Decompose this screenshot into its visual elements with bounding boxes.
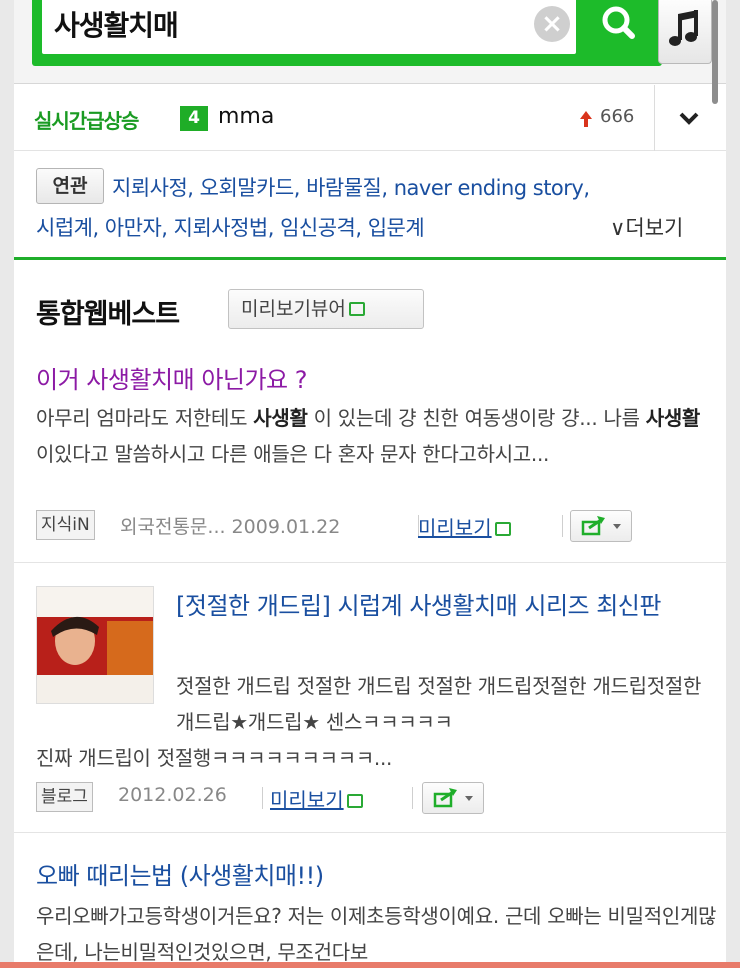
thumbnail-image: [37, 587, 153, 703]
trending-label: 실시간급상승: [34, 109, 139, 133]
trending-rank-badge: 4: [180, 106, 208, 131]
section-title: 통합웹베스트: [36, 299, 180, 330]
source-tag: 블로그: [36, 782, 93, 812]
result-title-3[interactable]: 오빠 때리는법 (사생활치매!!): [36, 856, 324, 891]
result-title-1[interactable]: 이거 사생활치매 아닌가요 ?: [36, 360, 308, 395]
divider: [262, 787, 263, 809]
desc-text: 이있다고 말씀하시고 다른 애들은 다 혼자 문자 한다고하시고...: [36, 442, 550, 466]
preview-link[interactable]: 미리보기: [418, 512, 511, 541]
preview-link[interactable]: 미리보기: [270, 784, 363, 813]
search-input[interactable]: 사생활치매: [54, 4, 179, 44]
divider: [654, 85, 655, 151]
desc-highlight: 사생활: [253, 406, 308, 430]
search-icon: [602, 6, 635, 39]
more-button[interactable]: ∨더보기: [610, 212, 683, 242]
chevron-down-icon: ∨: [610, 216, 626, 240]
external-window-icon: [348, 302, 365, 316]
related-keywords-line-2[interactable]: 시럽계, 아만자, 지뢰사정법, 임신공격, 입문계: [36, 212, 425, 242]
share-icon: [433, 788, 473, 808]
share-button[interactable]: [570, 510, 632, 542]
related-searches: 연관 지뢰사정, 오회말카드, 바람물질, naver ending story…: [14, 152, 726, 260]
search-button[interactable]: [584, 0, 654, 54]
desc-text: 아무리 엄마라도 저한테도: [36, 406, 254, 430]
divider: [14, 562, 726, 563]
up-arrow-icon: [580, 111, 592, 127]
external-window-icon: [494, 522, 511, 536]
trending-keyword[interactable]: mma: [218, 104, 274, 129]
divider: [412, 787, 413, 809]
trending-count: 666: [600, 106, 635, 127]
result-title-2[interactable]: [젓절한 개드립] 시럽계 사생활치매 시리즈 최신판: [176, 585, 716, 627]
search-input-container[interactable]: 사생활치매 ×: [42, 0, 576, 54]
result-thumbnail[interactable]: [36, 586, 154, 704]
music-note-icon: [669, 10, 698, 46]
result-description-3: 우리오빠가고등학생이거든요? 저는 이제초등학생이예요. 근데 오빠는 비밀적인…: [36, 904, 717, 964]
desc-text: 이 있는데 걍 친한 여동생이랑 걍... 나름: [307, 406, 646, 430]
preview-link-label: 미리보기: [270, 788, 344, 812]
close-icon[interactable]: ×: [534, 6, 570, 42]
preview-viewer-button[interactable]: 미리보기뷰어: [228, 289, 424, 329]
preview-viewer-label: 미리보기뷰어: [241, 298, 346, 320]
external-window-icon: [346, 794, 363, 808]
related-keywords-line-1[interactable]: 지뢰사정, 오회말카드, 바람물질, naver ending story,: [112, 172, 590, 202]
result-description-2: 젓절한 개드립 젓절한 개드립 젓절한 개드립젓절한 개드립젓절한 개드립★개드…: [176, 674, 702, 734]
chevron-down-icon[interactable]: [676, 107, 702, 129]
related-badge: 연관: [36, 168, 104, 204]
search-header: 사생활치매 ×: [14, 0, 726, 104]
search-bar: 사생활치매 ×: [32, 0, 662, 66]
result-description-1: 아무리 엄마라도 저한테도 사생활 이 있는데 걍 친한 여동생이랑 걍... …: [36, 400, 716, 472]
more-label: 더보기: [625, 216, 684, 240]
search-results-page: 사생활치매 × 실시간급상승 4 mma 666 연관 지뢰사정, 오회말카드,…: [14, 0, 726, 968]
share-button[interactable]: [422, 782, 484, 814]
source-info: 외국전통문... 2009.01.22: [120, 516, 341, 538]
music-search-button[interactable]: [658, 0, 712, 64]
bottom-edge-bar: [0, 962, 740, 968]
result-description-2-continued: 진짜 개드립이 젓절행ㅋㅋㅋㅋㅋㅋㅋㅋㅋ...: [36, 746, 393, 770]
source-info: 2012.02.26: [118, 784, 227, 806]
divider: [14, 832, 726, 833]
realtime-trending-bar[interactable]: 실시간급상승 4 mma 666: [14, 85, 726, 151]
source-tag: 지식iN: [36, 510, 95, 540]
share-icon: [581, 516, 621, 536]
divider: [562, 515, 563, 537]
preview-link-label: 미리보기: [418, 516, 492, 540]
desc-highlight: 사생활: [645, 406, 701, 430]
